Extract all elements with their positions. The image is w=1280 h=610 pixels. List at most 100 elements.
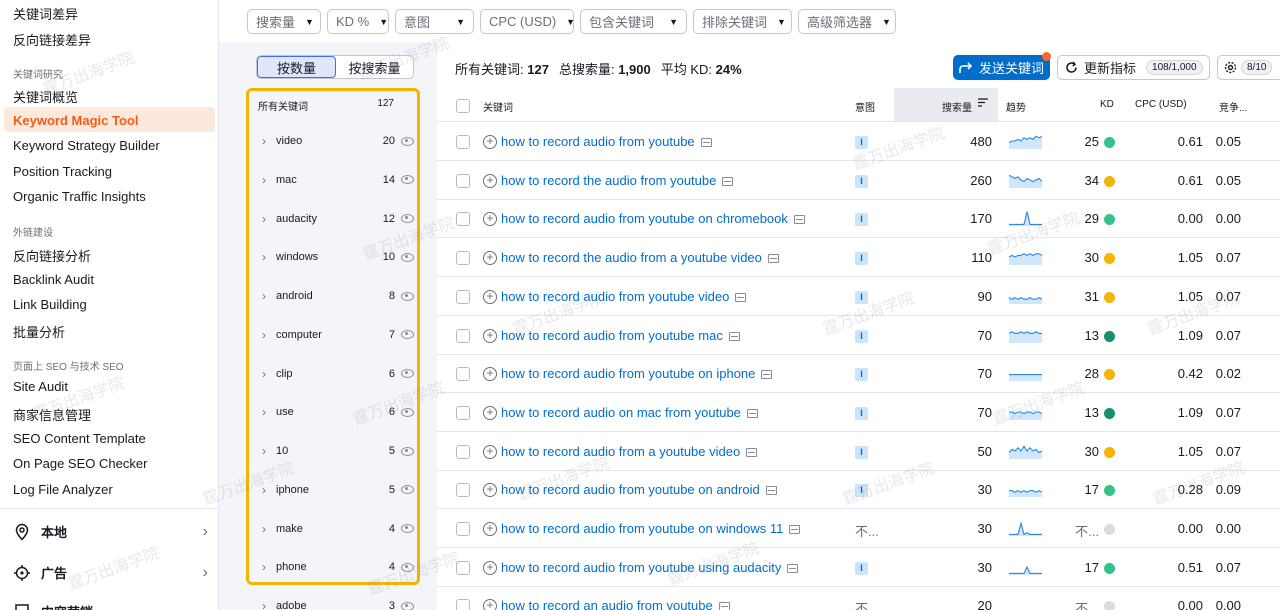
send-keywords-button[interactable]: 发送关键词 bbox=[953, 55, 1050, 80]
group-all-keywords[interactable]: 所有关键词 127 bbox=[258, 98, 394, 113]
sidebar-item[interactable]: Organic Traffic Insights bbox=[13, 189, 146, 204]
eye-icon[interactable] bbox=[401, 369, 414, 378]
table-row[interactable]: + how to record audio from youtube mac I 70… bbox=[437, 317, 1280, 355]
eye-icon[interactable] bbox=[401, 601, 414, 610]
table-row[interactable]: + how to record audio from youtube on win… bbox=[437, 510, 1280, 548]
eye-icon[interactable] bbox=[401, 524, 414, 533]
table-row[interactable]: + how to record audio on mac from youtube… bbox=[437, 394, 1280, 432]
serp-icon[interactable] bbox=[746, 408, 758, 418]
sidebar-item[interactable]: Position Tracking bbox=[13, 164, 112, 179]
serp-icon[interactable] bbox=[787, 563, 799, 573]
header-keyword[interactable]: 关键词 bbox=[483, 99, 513, 114]
serp-icon[interactable] bbox=[767, 254, 779, 264]
sidebar-item[interactable]: 关键词概览 bbox=[13, 87, 78, 106]
eye-icon[interactable] bbox=[401, 407, 414, 417]
sidebar-item[interactable]: Site Audit bbox=[13, 379, 68, 394]
filter-dropdown[interactable]: 搜索量 ▼ bbox=[247, 9, 321, 34]
row-checkbox[interactable] bbox=[456, 212, 470, 227]
row-checkbox[interactable] bbox=[456, 289, 470, 304]
sidebar-item[interactable]: On Page SEO Checker bbox=[13, 456, 147, 471]
sort-icon[interactable] bbox=[978, 98, 988, 110]
table-row[interactable]: + how to record audio from youtube on chr… bbox=[437, 200, 1280, 239]
keyword-link[interactable]: how to record the audio from youtube bbox=[501, 173, 734, 188]
header-kd[interactable]: KD bbox=[1100, 99, 1114, 110]
sidebar-item[interactable]: Keyword Strategy Builder bbox=[13, 138, 160, 153]
sidebar-item[interactable]: SEO Content Template bbox=[13, 431, 146, 446]
table-row[interactable]: + how to record audio from youtube using … bbox=[437, 549, 1280, 587]
serp-icon[interactable] bbox=[746, 447, 758, 457]
row-checkbox[interactable] bbox=[456, 405, 470, 420]
keyword-link[interactable]: how to record audio from youtube on ipho… bbox=[501, 366, 773, 381]
group-item[interactable]: › android 8 bbox=[262, 288, 414, 304]
sidebar-item[interactable]: Backlink Audit bbox=[13, 272, 94, 287]
sidebar-item[interactable]: 批量分析 bbox=[13, 322, 65, 341]
filter-dropdown[interactable]: KD % ▼ bbox=[327, 9, 389, 34]
group-item[interactable]: › iphone 5 bbox=[262, 482, 414, 498]
group-item[interactable]: › clip 6 bbox=[262, 366, 414, 382]
group-item[interactable]: › computer 7 bbox=[262, 327, 414, 343]
keyword-link[interactable]: how to record audio from youtube on andr… bbox=[501, 482, 777, 497]
filter-dropdown[interactable]: 包含关键词 ▼ bbox=[580, 9, 687, 34]
tab-by-count[interactable]: 按数量 bbox=[257, 56, 336, 78]
serp-icon[interactable] bbox=[789, 525, 801, 534]
eye-icon[interactable] bbox=[401, 136, 414, 146]
keyword-link[interactable]: how to record audio from a youtube video bbox=[501, 444, 758, 459]
header-cpc[interactable]: CPC (USD) bbox=[1135, 99, 1187, 110]
eye-icon[interactable] bbox=[401, 214, 414, 223]
tab-by-volume[interactable]: 按搜索量 bbox=[336, 56, 413, 78]
settings-button[interactable]: 8/10 bbox=[1217, 55, 1280, 80]
sidebar-item[interactable]: Log File Analyzer bbox=[13, 482, 113, 497]
select-all-checkbox[interactable] bbox=[456, 99, 470, 113]
table-row[interactable]: + how to record an audio from youtube 不...… bbox=[437, 587, 1280, 610]
sidebar-item[interactable]: 反向链接差异 bbox=[13, 30, 91, 49]
group-item[interactable]: › video 20 bbox=[262, 133, 414, 149]
serp-icon[interactable] bbox=[718, 602, 730, 610]
header-intent[interactable]: 意图 bbox=[855, 99, 875, 114]
eye-icon[interactable] bbox=[401, 252, 414, 262]
serp-icon[interactable] bbox=[722, 176, 734, 186]
add-keyword-icon[interactable]: + bbox=[483, 135, 497, 149]
table-row[interactable]: + how to record audio from youtube on and… bbox=[437, 471, 1280, 510]
group-item[interactable]: › adobe 3 bbox=[262, 598, 414, 610]
header-trend[interactable]: 趋势 bbox=[1006, 99, 1026, 114]
table-row[interactable]: + how to record audio from youtube video I… bbox=[437, 278, 1280, 316]
keyword-link[interactable]: how to record audio from youtube on chro… bbox=[501, 211, 805, 226]
row-checkbox[interactable] bbox=[456, 483, 470, 498]
table-row[interactable]: + how to record audio from youtube on iph… bbox=[437, 355, 1280, 394]
eye-icon[interactable] bbox=[401, 291, 414, 301]
group-item[interactable]: › make 4 bbox=[262, 521, 414, 537]
eye-icon[interactable] bbox=[401, 330, 414, 340]
sidebar-item[interactable]: 反向链接分析 bbox=[13, 246, 91, 265]
keyword-link[interactable]: how to record audio on mac from youtube bbox=[501, 405, 758, 420]
eye-icon[interactable] bbox=[401, 446, 414, 456]
row-checkbox[interactable] bbox=[456, 328, 470, 343]
sidebar-item[interactable]: Link Building bbox=[13, 297, 87, 312]
add-keyword-icon[interactable]: + bbox=[483, 444, 497, 459]
sidebar-item-local[interactable]: 本地 › bbox=[13, 522, 208, 541]
table-row[interactable]: + how to record the audio from youtube I 26… bbox=[437, 162, 1280, 200]
serp-icon[interactable] bbox=[735, 292, 747, 302]
row-checkbox[interactable] bbox=[456, 367, 470, 382]
table-row[interactable]: + how to record audio from youtube I 480 25 0… bbox=[437, 123, 1280, 161]
sidebar-item-content[interactable]: 内容营销 bbox=[13, 602, 208, 610]
serp-icon[interactable] bbox=[793, 215, 805, 225]
keyword-link[interactable]: how to record the audio from a youtube v… bbox=[501, 250, 779, 265]
keyword-link[interactable]: how to record audio from youtube video bbox=[501, 289, 747, 304]
add-keyword-icon[interactable]: + bbox=[483, 367, 497, 382]
row-checkbox[interactable] bbox=[456, 560, 470, 575]
add-keyword-icon[interactable]: + bbox=[483, 599, 497, 610]
row-checkbox[interactable] bbox=[456, 599, 470, 610]
group-item[interactable]: › phone 4 bbox=[262, 559, 414, 575]
add-keyword-icon[interactable]: + bbox=[483, 483, 497, 498]
sidebar-item[interactable]: Keyword Magic Tool bbox=[13, 113, 138, 128]
keyword-link[interactable]: how to record an audio from youtube bbox=[501, 598, 730, 610]
group-item[interactable]: › mac 14 bbox=[262, 172, 414, 188]
eye-icon[interactable] bbox=[401, 562, 414, 572]
row-checkbox[interactable] bbox=[456, 444, 470, 459]
serp-icon[interactable] bbox=[728, 331, 740, 341]
filter-dropdown[interactable]: CPC (USD) ▼ bbox=[480, 9, 575, 34]
keyword-link[interactable]: how to record audio from youtube on wind… bbox=[501, 521, 801, 536]
serp-icon[interactable] bbox=[765, 486, 777, 496]
keyword-link[interactable]: how to record audio from youtube bbox=[501, 134, 712, 149]
serp-icon[interactable] bbox=[761, 370, 773, 380]
